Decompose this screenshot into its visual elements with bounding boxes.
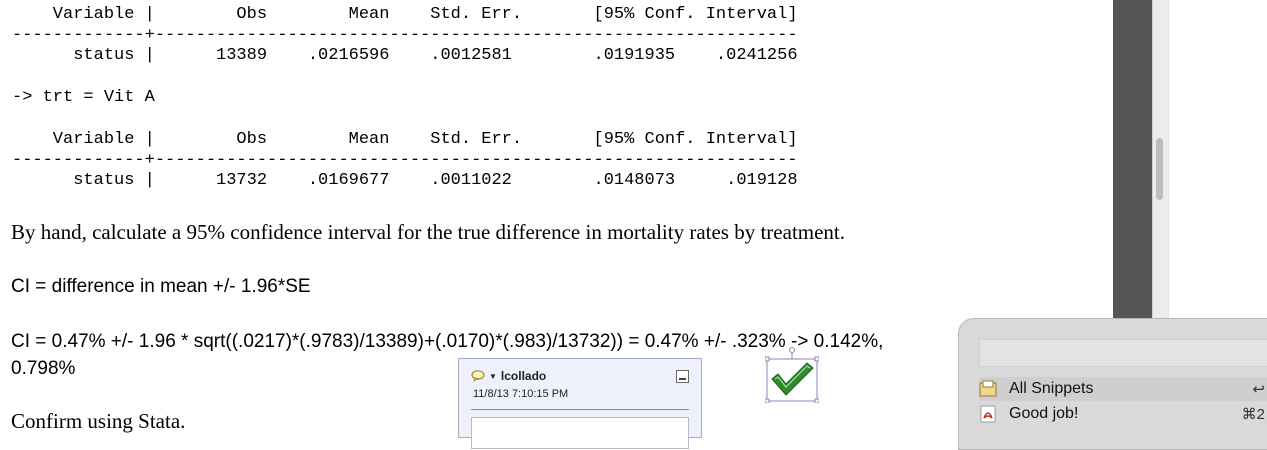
- snippet-shortcut: ↩: [1252, 381, 1265, 398]
- dropdown-arrow-icon[interactable]: ▼: [489, 372, 497, 381]
- checkmark-stamp[interactable]: [764, 347, 820, 404]
- scrollbar-thumb[interactable]: [1156, 138, 1163, 200]
- comment-popup[interactable]: ▼ lcollado 11/8/13 7:10:15 PM: [458, 358, 702, 449]
- snippet-label: Good job!: [1009, 405, 1079, 422]
- right-margin: [1168, 0, 1267, 330]
- checkmark-icon: [764, 347, 820, 404]
- calculation-text-continued: 0.798%: [11, 358, 76, 379]
- snippet-label: All Snippets: [1009, 380, 1094, 397]
- stata-table1-row: status | 13389 .0216596 .0012581 .019193…: [12, 46, 798, 65]
- calculation-text: CI = 0.47% +/- 1.96 * sqrt((.0217)*(.978…: [11, 331, 884, 352]
- question-text: By hand, calculate a 95% confidence inte…: [11, 220, 846, 244]
- snippet-shortcut: ⌘2: [1241, 406, 1265, 423]
- comment-author: lcollado: [500, 369, 547, 383]
- stata-table2-separator: -------------+--------------------------…: [12, 151, 798, 170]
- pdf-icon: [980, 405, 996, 423]
- comment-timestamp: 11/8/13 7:10:15 PM: [473, 388, 569, 400]
- comment-header: ▼ lcollado: [471, 369, 546, 383]
- stata-table2-row: status | 13732 .0169677 .0011022 .014807…: [12, 171, 798, 190]
- comment-divider: [471, 409, 689, 410]
- formula-text: CI = difference in mean +/- 1.96*SE: [11, 276, 311, 297]
- snippets-panel: All Snippets ↩ Good job! ⌘2: [958, 318, 1267, 450]
- stata-table1-separator: -------------+--------------------------…: [12, 26, 798, 45]
- confirm-text: Confirm using Stata.: [11, 409, 186, 433]
- comment-body-input[interactable]: [471, 417, 689, 449]
- stata-table1-header: Variable | Obs Mean Std. Err. [95% Conf.…: [12, 5, 798, 24]
- stata-table2-header: Variable | Obs Mean Std. Err. [95% Conf.…: [12, 130, 798, 149]
- speech-bubble-icon: [471, 370, 485, 382]
- minimize-button[interactable]: [676, 370, 689, 383]
- stata-by-line: -> trt = Vit A: [12, 88, 155, 107]
- snippets-search-field[interactable]: [979, 339, 1267, 367]
- side-panel-bar: [1113, 0, 1152, 330]
- snippet-item-all-snippets[interactable]: All Snippets ↩: [979, 377, 1267, 401]
- snippet-item-good-job[interactable]: Good job! ⌘2: [979, 402, 1267, 426]
- folder-icon: [979, 380, 997, 397]
